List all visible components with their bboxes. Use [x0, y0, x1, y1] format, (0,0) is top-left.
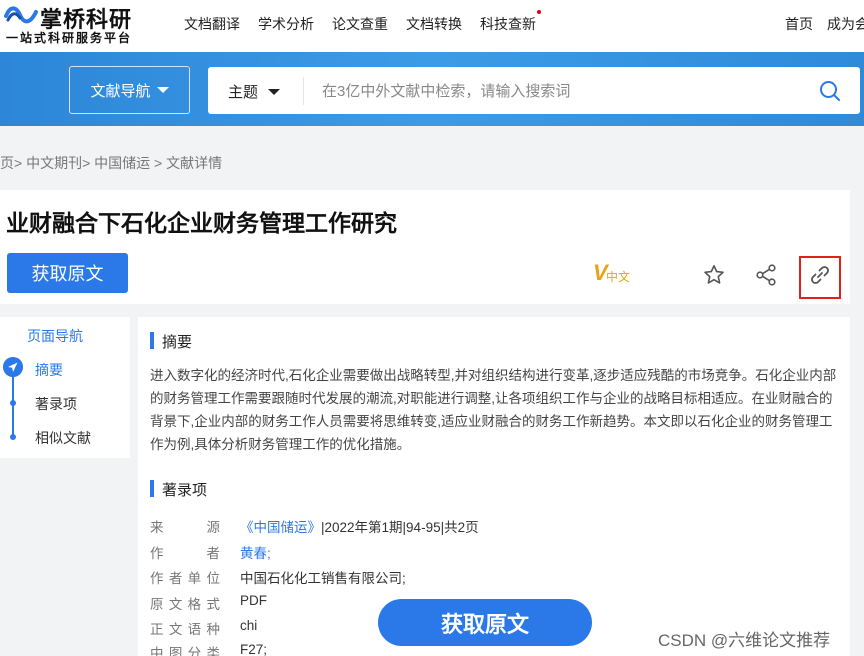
meta-key-char: 原 [150, 597, 164, 612]
link-icon[interactable] [808, 263, 832, 287]
nav-item-analysis[interactable]: 学术分析 [258, 14, 314, 34]
journal-link[interactable]: 《中国储运》 [240, 520, 321, 535]
header-right-links: 首页 成为会 [785, 14, 864, 34]
bibliography-heading: 著录项 [150, 479, 207, 500]
meta-key-char: 单 [187, 571, 202, 586]
meta-key: 作者 [150, 542, 220, 562]
home-link[interactable]: 首页 [785, 14, 813, 34]
logo-mark-icon [4, 6, 38, 24]
page-nav-item-bibliography[interactable]: 著录项 [35, 394, 77, 414]
meta-value: F27; [240, 642, 268, 656]
meta-key-char: 中 [150, 646, 164, 656]
site-logo[interactable]: 掌桥科研 一站式科研服务平台 [4, 2, 154, 48]
search-banner: 文献导航 主题 [0, 52, 864, 126]
meta-key-char: 文 [168, 622, 183, 637]
star-icon[interactable] [702, 263, 726, 287]
meta-key-char: 源 [206, 520, 221, 535]
page-nav-item-similar[interactable]: 相似文献 [35, 428, 91, 448]
nav-bullet [10, 400, 16, 406]
chevron-down-icon [268, 88, 281, 95]
watermark: CSDN @六维论文推荐 [658, 631, 831, 650]
meta-key-char: 语 [187, 622, 202, 637]
search-input[interactable] [322, 78, 792, 104]
floating-get-fulltext-button[interactable]: 获取原文 [378, 599, 592, 646]
abstract-text: 进入数字化的经济时代,石化企业需要做出战略转型,并对组织结构进行变革,逐步适应残… [150, 368, 837, 452]
get-fulltext-button[interactable]: 获取原文 [7, 253, 128, 293]
search-type-select[interactable]: 主题 [228, 81, 281, 102]
divider [303, 77, 304, 105]
meta-key-char: 种 [206, 622, 220, 637]
brand-tagline: 一站式科研服务平台 [6, 31, 133, 45]
search-box: 主题 [208, 67, 860, 114]
page-nav-item-abstract[interactable]: 摘要 [35, 360, 63, 380]
language-badge-text: 中文 [606, 270, 631, 284]
breadcrumb[interactable]: 页> 中文期刊> 中国储运 > 文献详情 [0, 153, 222, 173]
meta-value: 黄春; [240, 542, 271, 562]
share-icon[interactable] [754, 263, 778, 287]
meta-key-char: 作 [150, 546, 164, 561]
nav-item-novelty-label: 科技查新 [480, 16, 536, 32]
nav-item-translation[interactable]: 文档翻译 [184, 14, 240, 34]
meta-value: PDF [240, 593, 267, 608]
page-nav-heading: 页面导航 [27, 328, 83, 344]
meta-key: 来源 [150, 516, 220, 536]
language-badge: V 中文 [593, 260, 637, 285]
meta-key-char: 者 [206, 546, 221, 561]
chevron-down-icon [156, 87, 169, 93]
abstract-heading: 摘要 [150, 331, 192, 352]
meta-value-rest: |2022年第1期|94-95|共2页 [321, 520, 479, 535]
author-link[interactable]: 黄春; [240, 546, 271, 561]
meta-key: 原文格式 [150, 593, 220, 613]
meta-key-char: 位 [206, 571, 220, 586]
nav-item-novelty-search[interactable]: 科技查新 [480, 10, 541, 34]
meta-key-char: 分 [187, 646, 202, 656]
become-member-link[interactable]: 成为会 [827, 14, 864, 34]
article-title: 业财融合下石化企业财务管理工作研究 [6, 210, 397, 236]
location-pin-icon [3, 357, 23, 377]
search-icon[interactable] [818, 79, 842, 103]
search-type-label: 主题 [228, 84, 259, 101]
meta-key-char: 者 [168, 571, 183, 586]
article-header-card: 业财融合下石化企业财务管理工作研究 获取原文 V 中文 [0, 190, 850, 304]
top-header: 掌桥科研 一站式科研服务平台 文档翻译 学术分析 论文查重 文档转换 科技查新 … [0, 0, 864, 52]
meta-key: 中图分类 [150, 642, 220, 656]
page-nav: 页面导航 摘要 著录项 相似文献 [0, 317, 130, 458]
meta-value: 中国石化化工销售有限公司; [240, 571, 406, 586]
meta-key-char: 类 [206, 646, 220, 656]
main-nav: 文档翻译 学术分析 论文查重 文档转换 科技查新 [184, 10, 541, 34]
new-dot-icon [537, 10, 541, 14]
literature-nav-label: 文献导航 [90, 82, 151, 100]
meta-key-char: 来 [150, 520, 164, 535]
meta-key-char: 式 [206, 597, 220, 612]
nav-bullet [10, 434, 16, 440]
meta-key: 作者单位 [150, 567, 220, 587]
meta-key-char: 文 [168, 597, 183, 612]
nav-item-plagiarism[interactable]: 论文查重 [332, 14, 388, 34]
nav-item-conversion[interactable]: 文档转换 [406, 14, 462, 34]
literature-nav-button[interactable]: 文献导航 [69, 66, 190, 114]
meta-value: 《中国储运》|2022年第1期|94-95|共2页 [240, 516, 479, 536]
meta-key: 正文语种 [150, 618, 220, 638]
meta-key-char: 作 [150, 571, 164, 586]
meta-value: chi [240, 618, 258, 633]
meta-key-char: 格 [187, 597, 202, 612]
meta-key-char: 图 [168, 646, 183, 656]
meta-key-char: 正 [150, 622, 164, 637]
